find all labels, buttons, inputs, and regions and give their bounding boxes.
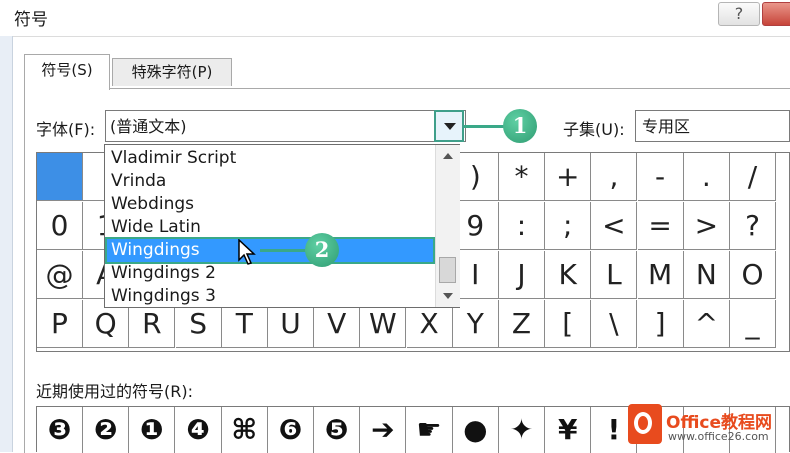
symbol-cell[interactable]: J (499, 251, 545, 299)
recent-symbol-cell[interactable]: ¥ (545, 407, 592, 453)
recent-symbols-label: 近期使用过的符号(R): (36, 382, 193, 401)
recent-symbol-cell[interactable]: ❶ (129, 407, 176, 453)
font-option[interactable]: Wingdings 3 (107, 285, 433, 308)
watermark: Office教程网 www.office26.com (624, 402, 790, 452)
symbol-cell[interactable]: P (37, 300, 83, 348)
symbol-cell[interactable]: M (637, 251, 684, 299)
symbol-cell[interactable]: ] (637, 300, 684, 348)
font-select[interactable]: (普通文本) (105, 110, 466, 142)
symbol-cell[interactable]: > (683, 202, 730, 250)
symbol-cell[interactable]: < (591, 202, 638, 250)
dropdown-scrollbar[interactable] (435, 145, 460, 307)
subset-label: 子集(U): (563, 120, 625, 139)
symbol-cell[interactable]: L (591, 251, 638, 299)
symbol-cell[interactable]: + (545, 153, 592, 201)
symbol-cell[interactable]: @ (37, 251, 83, 299)
symbol-cell[interactable]: _ (730, 300, 776, 348)
symbol-cell[interactable]: , (591, 153, 638, 201)
symbol-cell[interactable]: . (683, 153, 730, 201)
callout-line-2 (260, 249, 308, 252)
tab-symbols[interactable]: 符号(S) (24, 54, 110, 90)
symbol-cell[interactable]: ? (730, 202, 776, 250)
recent-symbol-cell[interactable]: ✦ (499, 407, 545, 453)
scroll-up-arrow-icon[interactable] (443, 153, 453, 159)
mouse-cursor-icon (238, 239, 256, 265)
office-logo-icon (628, 404, 662, 444)
recent-symbol-cell[interactable]: ❺ (314, 407, 361, 453)
step-1-badge: 1 (503, 109, 537, 143)
recent-symbol-cell[interactable]: ⌘ (222, 407, 268, 453)
font-option[interactable]: Vrinda (107, 170, 433, 193)
symbol-cell[interactable]: / (730, 153, 776, 201)
window-title: 符号 (14, 10, 48, 30)
dialog-border (0, 36, 13, 452)
callout-line-1 (464, 125, 504, 128)
symbol-cell[interactable]: * (499, 153, 545, 201)
font-option[interactable]: Vladimir Script (107, 147, 433, 170)
chevron-down-icon (444, 123, 456, 130)
help-button[interactable]: ? (718, 2, 760, 26)
font-dropdown-button[interactable] (434, 110, 464, 142)
symbol-cell[interactable]: O (730, 251, 776, 299)
symbol-cell[interactable]: [ (545, 300, 592, 348)
symbol-cell[interactable]: : (499, 202, 545, 250)
symbol-cell[interactable]: 0 (37, 202, 83, 250)
recent-symbol-cell[interactable]: ● (453, 407, 499, 453)
symbol-cell[interactable]: K (545, 251, 592, 299)
recent-symbol-cell[interactable]: ❷ (83, 407, 130, 453)
title-bar: 符号 ? (0, 0, 790, 36)
symbol-cell[interactable]: ; (545, 202, 592, 250)
recent-symbol-cell[interactable]: ❻ (268, 407, 314, 453)
recent-symbol-cell[interactable]: ❸ (37, 407, 83, 453)
symbol-cell[interactable]: ^ (683, 300, 730, 348)
recent-symbol-cell[interactable]: ❹ (176, 407, 222, 453)
close-button[interactable] (762, 2, 790, 26)
symbol-cell[interactable]: - (637, 153, 684, 201)
tab-special-characters[interactable]: 特殊字符(P) (112, 58, 232, 86)
symbol-cell-selected[interactable] (37, 153, 83, 201)
watermark-url: www.office26.com (668, 430, 769, 443)
scroll-down-arrow-icon[interactable] (443, 293, 453, 299)
symbol-cell[interactable]: N (683, 251, 730, 299)
font-label: 字体(F): (36, 120, 96, 139)
symbol-cell[interactable]: \ (591, 300, 638, 348)
font-dropdown-list: Vladimir Script Vrinda Webdings Wide Lat… (104, 144, 460, 308)
symbol-cell[interactable]: Z (499, 300, 545, 348)
subset-select[interactable]: 专用区 (635, 110, 790, 142)
scroll-thumb[interactable] (439, 257, 456, 283)
font-option[interactable]: Webdings (107, 193, 433, 216)
font-option[interactable]: Wide Latin (107, 216, 433, 239)
symbol-cell[interactable]: = (637, 202, 684, 250)
font-option[interactable]: Wingdings 2 (107, 262, 433, 285)
recent-symbol-cell[interactable]: ➔ (360, 407, 407, 453)
recent-symbol-cell[interactable]: ☛ (407, 407, 453, 453)
step-2-badge: 2 (305, 233, 339, 267)
